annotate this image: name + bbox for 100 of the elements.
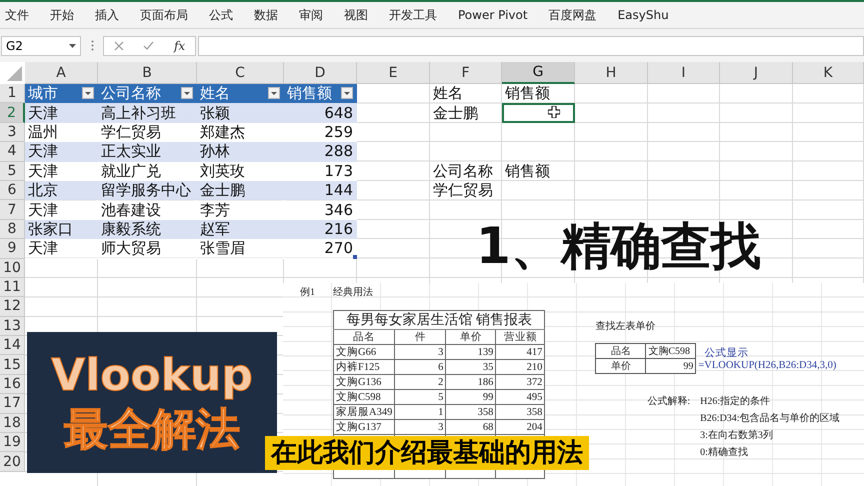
report-title: 每男每女家居生活馆 销售报表 xyxy=(334,310,545,330)
row-header[interactable]: 10 xyxy=(0,258,25,278)
column-header[interactable]: G xyxy=(502,62,575,84)
row-header[interactable]: 7 xyxy=(0,200,25,220)
row-header[interactable]: 1 xyxy=(0,84,25,104)
menu-tab[interactable]: 文件 xyxy=(5,4,29,26)
row-header[interactable]: 19 xyxy=(0,433,25,452)
column-header[interactable]: H xyxy=(575,62,648,84)
row-header[interactable]: 5 xyxy=(0,162,25,181)
row-header[interactable]: 2 xyxy=(0,103,25,123)
table-cell: 张颖 xyxy=(197,103,284,123)
close-icon[interactable] xyxy=(114,40,124,50)
row-header[interactable]: 14 xyxy=(0,336,25,356)
table-cell: 天津 xyxy=(25,103,98,123)
row-header[interactable]: 11 xyxy=(0,278,25,298)
headline-text: 1、精确查找 xyxy=(476,217,761,275)
menu-tab[interactable]: 审阅 xyxy=(299,4,323,26)
menu-tab[interactable]: Power Pivot xyxy=(458,6,528,24)
formula-caption: 公式显示 xyxy=(704,346,750,360)
table-cell: 99 xyxy=(646,358,696,374)
column-header[interactable]: F xyxy=(430,62,502,84)
lookup-title: 查找左表单价 xyxy=(595,320,656,334)
filter-button[interactable] xyxy=(82,87,94,100)
row-header[interactable]: 16 xyxy=(0,374,25,394)
table-cell: 288 xyxy=(284,142,357,162)
column-header[interactable]: J xyxy=(720,62,793,84)
row-header[interactable]: 20 xyxy=(0,452,25,472)
name-box[interactable]: G2 xyxy=(1,36,81,56)
table-cell: 210 xyxy=(496,360,545,374)
table-cell: 372 xyxy=(496,374,545,390)
row-header[interactable]: 17 xyxy=(0,394,25,414)
cursor-icon xyxy=(548,106,560,118)
menu-tab[interactable]: 开发工具 xyxy=(389,4,437,26)
filter-button[interactable] xyxy=(181,87,193,100)
column-header[interactable]: I xyxy=(648,62,720,84)
table-cell: 35 xyxy=(446,360,496,374)
menu-tab[interactable]: 插入 xyxy=(95,4,119,26)
table-cell: 天津 xyxy=(25,239,98,259)
table-cell: 495 xyxy=(496,390,545,404)
table-cell: 内裤F125 xyxy=(334,360,395,374)
card-title: 最全解法 xyxy=(64,402,240,456)
table-cell: 留学服务中心 xyxy=(98,180,197,200)
header-label: 公司名称 xyxy=(101,84,161,102)
table-cell: 文胸C598 xyxy=(646,344,696,358)
table-cell: 417 xyxy=(496,344,545,360)
check-icon[interactable] xyxy=(143,41,154,50)
formula-text: =VLOOKUP(H26,B26:D34,3,0) xyxy=(698,360,836,371)
table-cell: 358 xyxy=(446,404,496,420)
menu-tab[interactable]: 页面布局 xyxy=(140,4,188,26)
filter-button[interactable] xyxy=(268,87,280,100)
row-label: 品名 xyxy=(596,344,646,358)
table-cell: 天津 xyxy=(25,142,98,162)
table-cell: 张雪眉 xyxy=(197,239,284,259)
header-label: 姓名 xyxy=(200,84,230,102)
row-label: 单价 xyxy=(596,358,646,374)
row-header[interactable]: 12 xyxy=(0,297,25,317)
cell-label: 公司名称 xyxy=(432,162,494,181)
formula-input[interactable] xyxy=(198,36,864,56)
menu-tab[interactable]: 数据 xyxy=(254,4,278,26)
column-header[interactable]: B xyxy=(98,62,197,84)
row-header[interactable]: 4 xyxy=(0,142,25,162)
table-cell: 99 xyxy=(446,390,496,404)
table-cell: 68 xyxy=(446,420,496,434)
row-header[interactable]: 3 xyxy=(0,122,25,142)
menu-tab[interactable]: 百度网盘 xyxy=(548,4,597,26)
column-header[interactable]: C xyxy=(197,62,284,84)
row-header[interactable]: 8 xyxy=(0,220,25,240)
menu-tab[interactable]: EasyShu xyxy=(618,6,669,24)
table-cell: 文胸G136 xyxy=(334,374,395,390)
example-label: 例1 xyxy=(300,286,315,300)
header-label: 销售额 xyxy=(287,84,332,102)
table-cell: 186 xyxy=(446,374,496,390)
example-title: 经典用法 xyxy=(333,286,373,300)
row-header[interactable]: 13 xyxy=(0,316,25,336)
row-header[interactable]: 15 xyxy=(0,355,25,375)
explanation-text: H26:指定的条件 xyxy=(700,394,772,408)
table-cell: 正太实业 xyxy=(98,142,197,162)
active-cell[interactable] xyxy=(502,103,575,123)
table-cell: 648 xyxy=(284,103,357,123)
caret-icon xyxy=(271,92,277,95)
column-header[interactable]: D xyxy=(284,62,357,84)
table-cell: 文胸G66 xyxy=(334,344,395,360)
table-cell: 3 xyxy=(394,420,446,434)
row-header[interactable]: 6 xyxy=(0,180,25,200)
caret-icon xyxy=(344,92,350,95)
insert-function-button[interactable]: fx xyxy=(174,38,186,52)
table-cell: 204 xyxy=(496,420,545,434)
column-header[interactable]: E xyxy=(357,62,430,84)
menu-tab[interactable]: 开始 xyxy=(50,4,74,26)
table-cell: 金士鹏 xyxy=(197,180,284,200)
row-header[interactable]: 18 xyxy=(0,414,25,434)
table-cell: 6 xyxy=(394,360,446,374)
menu-tab[interactable]: 公式 xyxy=(209,4,233,26)
column-header[interactable]: A xyxy=(25,62,98,84)
row-header[interactable]: 9 xyxy=(0,239,25,259)
filter-button[interactable] xyxy=(341,87,353,100)
resize-handle[interactable] xyxy=(353,254,357,259)
explanation-text: B26:D34:包含品名与单价的区域 xyxy=(700,412,840,425)
column-header[interactable]: K xyxy=(793,62,864,84)
menu-tab[interactable]: 视图 xyxy=(344,4,368,26)
